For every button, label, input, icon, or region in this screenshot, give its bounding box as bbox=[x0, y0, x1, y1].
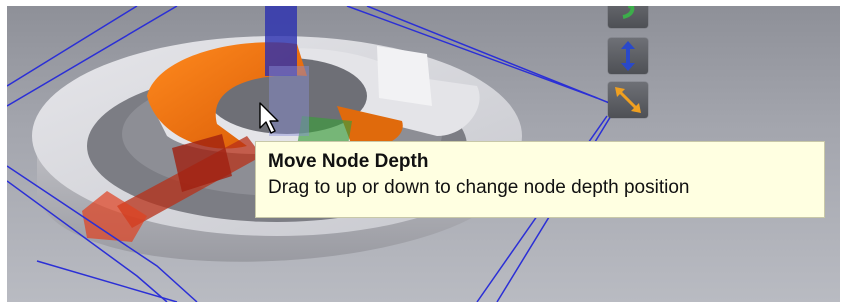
mouse-cursor-icon bbox=[259, 102, 279, 134]
rotate-node-button[interactable] bbox=[608, 6, 648, 28]
up-down-arrow-icon bbox=[621, 41, 635, 71]
move-node-diagonal-button[interactable] bbox=[608, 82, 648, 118]
tooltip: Move Node Depth Drag to up or down to ch… bbox=[255, 141, 825, 218]
tooltip-title: Move Node Depth bbox=[268, 151, 429, 172]
move-node-depth-button[interactable] bbox=[608, 38, 648, 74]
tooltip-description: Drag to up or down to change node depth … bbox=[268, 177, 690, 198]
curved-arrow-icon bbox=[622, 6, 635, 19]
diagonal-arrow-icon bbox=[615, 87, 641, 113]
